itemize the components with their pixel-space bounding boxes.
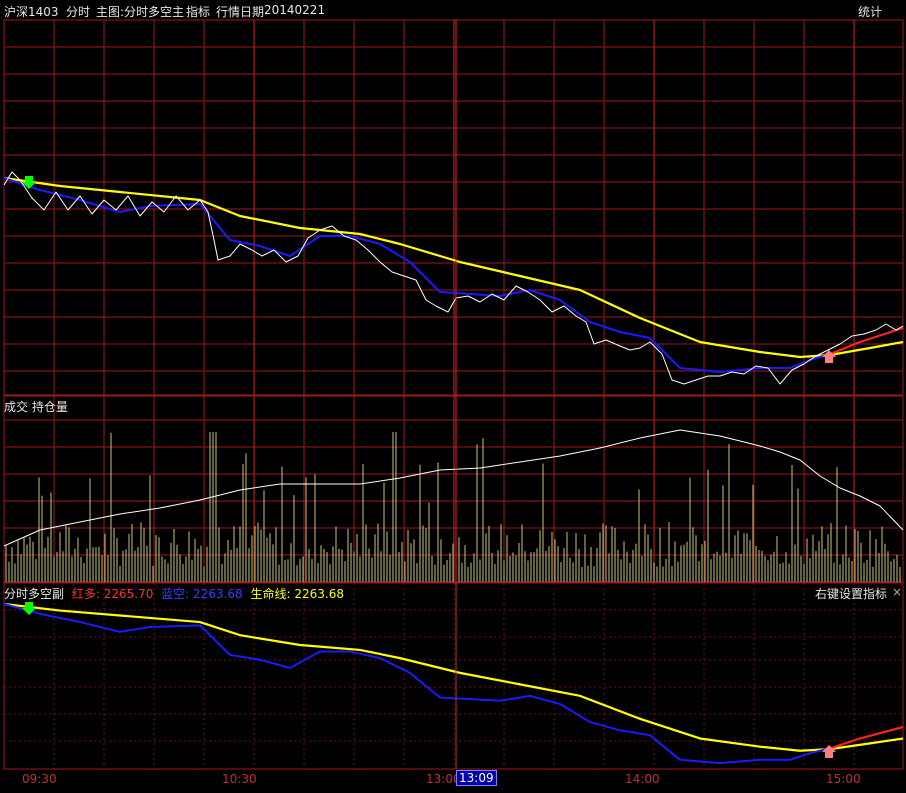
close-icon[interactable]: ×: [892, 585, 902, 599]
date-value: 20140221: [264, 3, 326, 17]
indicator-panel-frame: [3, 582, 904, 770]
stats-button[interactable]: 统计: [858, 3, 882, 20]
sub-panel-name: 分时多空副: [4, 587, 65, 601]
red-legend-value: 2265.70: [103, 587, 154, 601]
sub-panel-legend: 分时多空副 红多: 2265.70 蓝空: 2263.68 生命线: 2263.…: [4, 585, 344, 602]
mode-label[interactable]: 分时: [66, 3, 90, 20]
chart-canvas[interactable]: [0, 0, 906, 793]
header-bar: 沪深1403 分时 主图:分时多空主 指标 行情日期 20140221 统计: [0, 0, 906, 20]
settings-hint[interactable]: 右键设置指标: [815, 585, 887, 602]
cursor-time-box: 13:09: [456, 770, 497, 786]
symbol-label[interactable]: 沪深1403: [4, 3, 59, 20]
life-legend-label: 生命线:: [250, 587, 291, 601]
red-line-sub: [827, 725, 904, 751]
time-tick-1030: 10:30: [222, 772, 257, 786]
date-label: 行情日期: [216, 5, 265, 19]
red-line-main: [827, 326, 904, 357]
main-chart-label[interactable]: 主图:分时多空主: [96, 3, 184, 20]
life-legend-value: 2263.68: [294, 587, 344, 601]
blue-legend-value: 2263.68: [193, 587, 243, 601]
indicator-label[interactable]: 指标: [186, 3, 210, 20]
blue-legend-label: 蓝空:: [161, 587, 190, 601]
time-tick-1400: 14:00: [625, 772, 660, 786]
time-tick-1500: 15:00: [826, 772, 861, 786]
red-legend-label: 红多:: [71, 587, 100, 601]
time-tick-0930: 09:30: [22, 772, 57, 786]
volume-panel-label: 成交 持仓量: [4, 400, 68, 414]
